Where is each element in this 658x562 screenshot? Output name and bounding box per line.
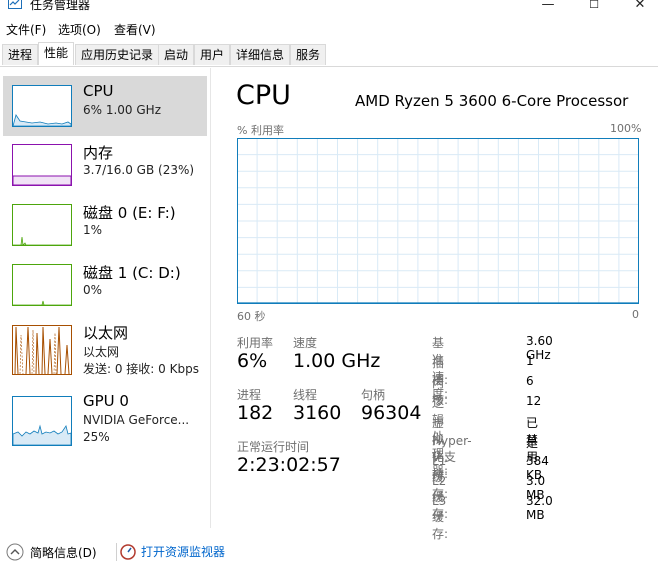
graph-time-label: 60 秒 xyxy=(237,310,266,323)
sidebar-item-subtitle: NVIDIA GeForce... xyxy=(83,413,190,427)
graph-zero-label: 0 xyxy=(632,308,639,321)
processes-label: 进程 xyxy=(237,388,262,402)
tab-startup[interactable]: 启动 xyxy=(158,44,194,65)
tab-services[interactable]: 服务 xyxy=(290,44,326,65)
tab-performance[interactable]: 性能 xyxy=(38,42,74,65)
window-title: 任务管理器 xyxy=(30,0,91,12)
sidebar-item-cpu[interactable]: CPU 6% 1.00 GHz xyxy=(3,76,207,136)
cpu-thumbnail-graph xyxy=(12,85,72,127)
spec-value: 12 xyxy=(526,394,542,408)
memory-thumbnail-graph xyxy=(12,144,72,186)
tab-users[interactable]: 用户 xyxy=(194,44,230,65)
minimize-button[interactable]: — xyxy=(525,0,571,14)
sidebar-item-subtitle: 0% xyxy=(83,283,103,297)
maximize-button[interactable]: ☐ xyxy=(571,0,617,14)
menu-file[interactable]: 文件(F) xyxy=(6,21,46,38)
fewer-details-button[interactable]: 简略信息(D) xyxy=(6,543,97,561)
sidebar-item-subtitle: 6% 1.00 GHz xyxy=(83,103,162,117)
disk-0-thumbnail-graph xyxy=(12,204,72,246)
sidebar-item-detail: 发送: 0 接收: 0 Kbps xyxy=(83,362,199,376)
footer: 简略信息(D) 打开资源监视器 xyxy=(0,538,658,562)
footer-divider xyxy=(116,543,117,561)
sidebar: CPU 6% 1.00 GHz 内存 3.7/16.0 GB (23%) 磁盘 … xyxy=(0,68,211,528)
tab-details[interactable]: 详细信息 xyxy=(230,44,290,65)
close-button[interactable]: ✕ xyxy=(617,0,658,14)
spec-value: 是 xyxy=(526,436,539,450)
sidebar-item-memory[interactable]: 内存 3.7/16.0 GB (23%) xyxy=(3,138,207,196)
processor-name: AMD Ryzen 5 3600 6-Core Processor xyxy=(355,92,629,110)
sidebar-item-title: 内存 xyxy=(83,144,114,162)
sidebar-item-subtitle: 1% xyxy=(83,223,103,237)
tab-processes[interactable]: 进程 xyxy=(2,44,38,65)
graph-label: % 利用率 xyxy=(237,124,284,137)
menu-options[interactable]: 选项(O) xyxy=(58,21,101,38)
spec-value: 1 xyxy=(526,354,534,368)
page-title: CPU xyxy=(236,80,291,111)
menu-bar: 文件(F) 选项(O) 查看(V) xyxy=(0,18,658,40)
graph-max-label: 100% xyxy=(610,122,642,135)
handles-label: 句柄 xyxy=(361,388,386,402)
chevron-up-icon xyxy=(6,543,24,561)
sidebar-item-subtitle: 以太网 xyxy=(83,345,120,359)
ethernet-thumbnail-graph xyxy=(12,325,72,375)
speed-value: 1.00 GHz xyxy=(293,350,381,372)
menu-view[interactable]: 查看(V) xyxy=(114,21,156,38)
sidebar-item-ethernet[interactable]: 以太网 以太网 发送: 0 接收: 0 Kbps xyxy=(3,318,207,378)
sidebar-item-title: 磁盘 0 (E: F:) xyxy=(83,204,176,222)
disk-1-thumbnail-graph xyxy=(12,264,72,306)
task-manager-icon xyxy=(8,0,22,9)
spec-value: 6 xyxy=(526,374,534,388)
cpu-utilization-graph xyxy=(237,138,639,304)
tab-bar: 进程 性能 应用历史记录 启动 用户 详细信息 服务 xyxy=(0,42,658,67)
uptime-label: 正常运行时间 xyxy=(237,440,310,454)
title-bar: 任务管理器 — ☐ ✕ xyxy=(0,0,658,14)
sidebar-item-detail: 25% xyxy=(83,430,110,444)
uptime-value: 2:23:02:57 xyxy=(237,454,341,476)
sidebar-item-title: 以太网 xyxy=(83,324,129,342)
utilization-label: 利用率 xyxy=(237,336,274,350)
threads-value: 3160 xyxy=(293,402,342,424)
threads-label: 线程 xyxy=(293,388,318,402)
spec-key: L3 缓存: xyxy=(432,494,449,541)
gpu-thumbnail-graph xyxy=(12,396,72,446)
sidebar-item-title: 磁盘 1 (C: D:) xyxy=(83,264,181,282)
sidebar-item-gpu-0[interactable]: GPU 0 NVIDIA GeForce... 25% xyxy=(3,388,207,450)
speed-label: 速度 xyxy=(293,336,318,350)
processes-value: 182 xyxy=(237,402,274,424)
sidebar-item-title: GPU 0 xyxy=(83,392,129,410)
tab-app-history[interactable]: 应用历史记录 xyxy=(75,44,159,65)
utilization-value: 6% xyxy=(237,350,268,372)
sidebar-item-disk-1[interactable]: 磁盘 1 (C: D:) 0% xyxy=(3,258,207,316)
handles-value: 96304 xyxy=(361,402,422,424)
spec-value: 32.0 MB xyxy=(526,494,553,522)
resource-monitor-icon xyxy=(120,543,136,560)
sidebar-item-subtitle: 3.7/16.0 GB (23%) xyxy=(83,163,195,177)
sidebar-item-title: CPU xyxy=(83,82,114,100)
sidebar-item-disk-0[interactable]: 磁盘 0 (E: F:) 1% xyxy=(3,198,207,256)
open-resource-monitor-link[interactable]: 打开资源监视器 xyxy=(120,543,225,560)
